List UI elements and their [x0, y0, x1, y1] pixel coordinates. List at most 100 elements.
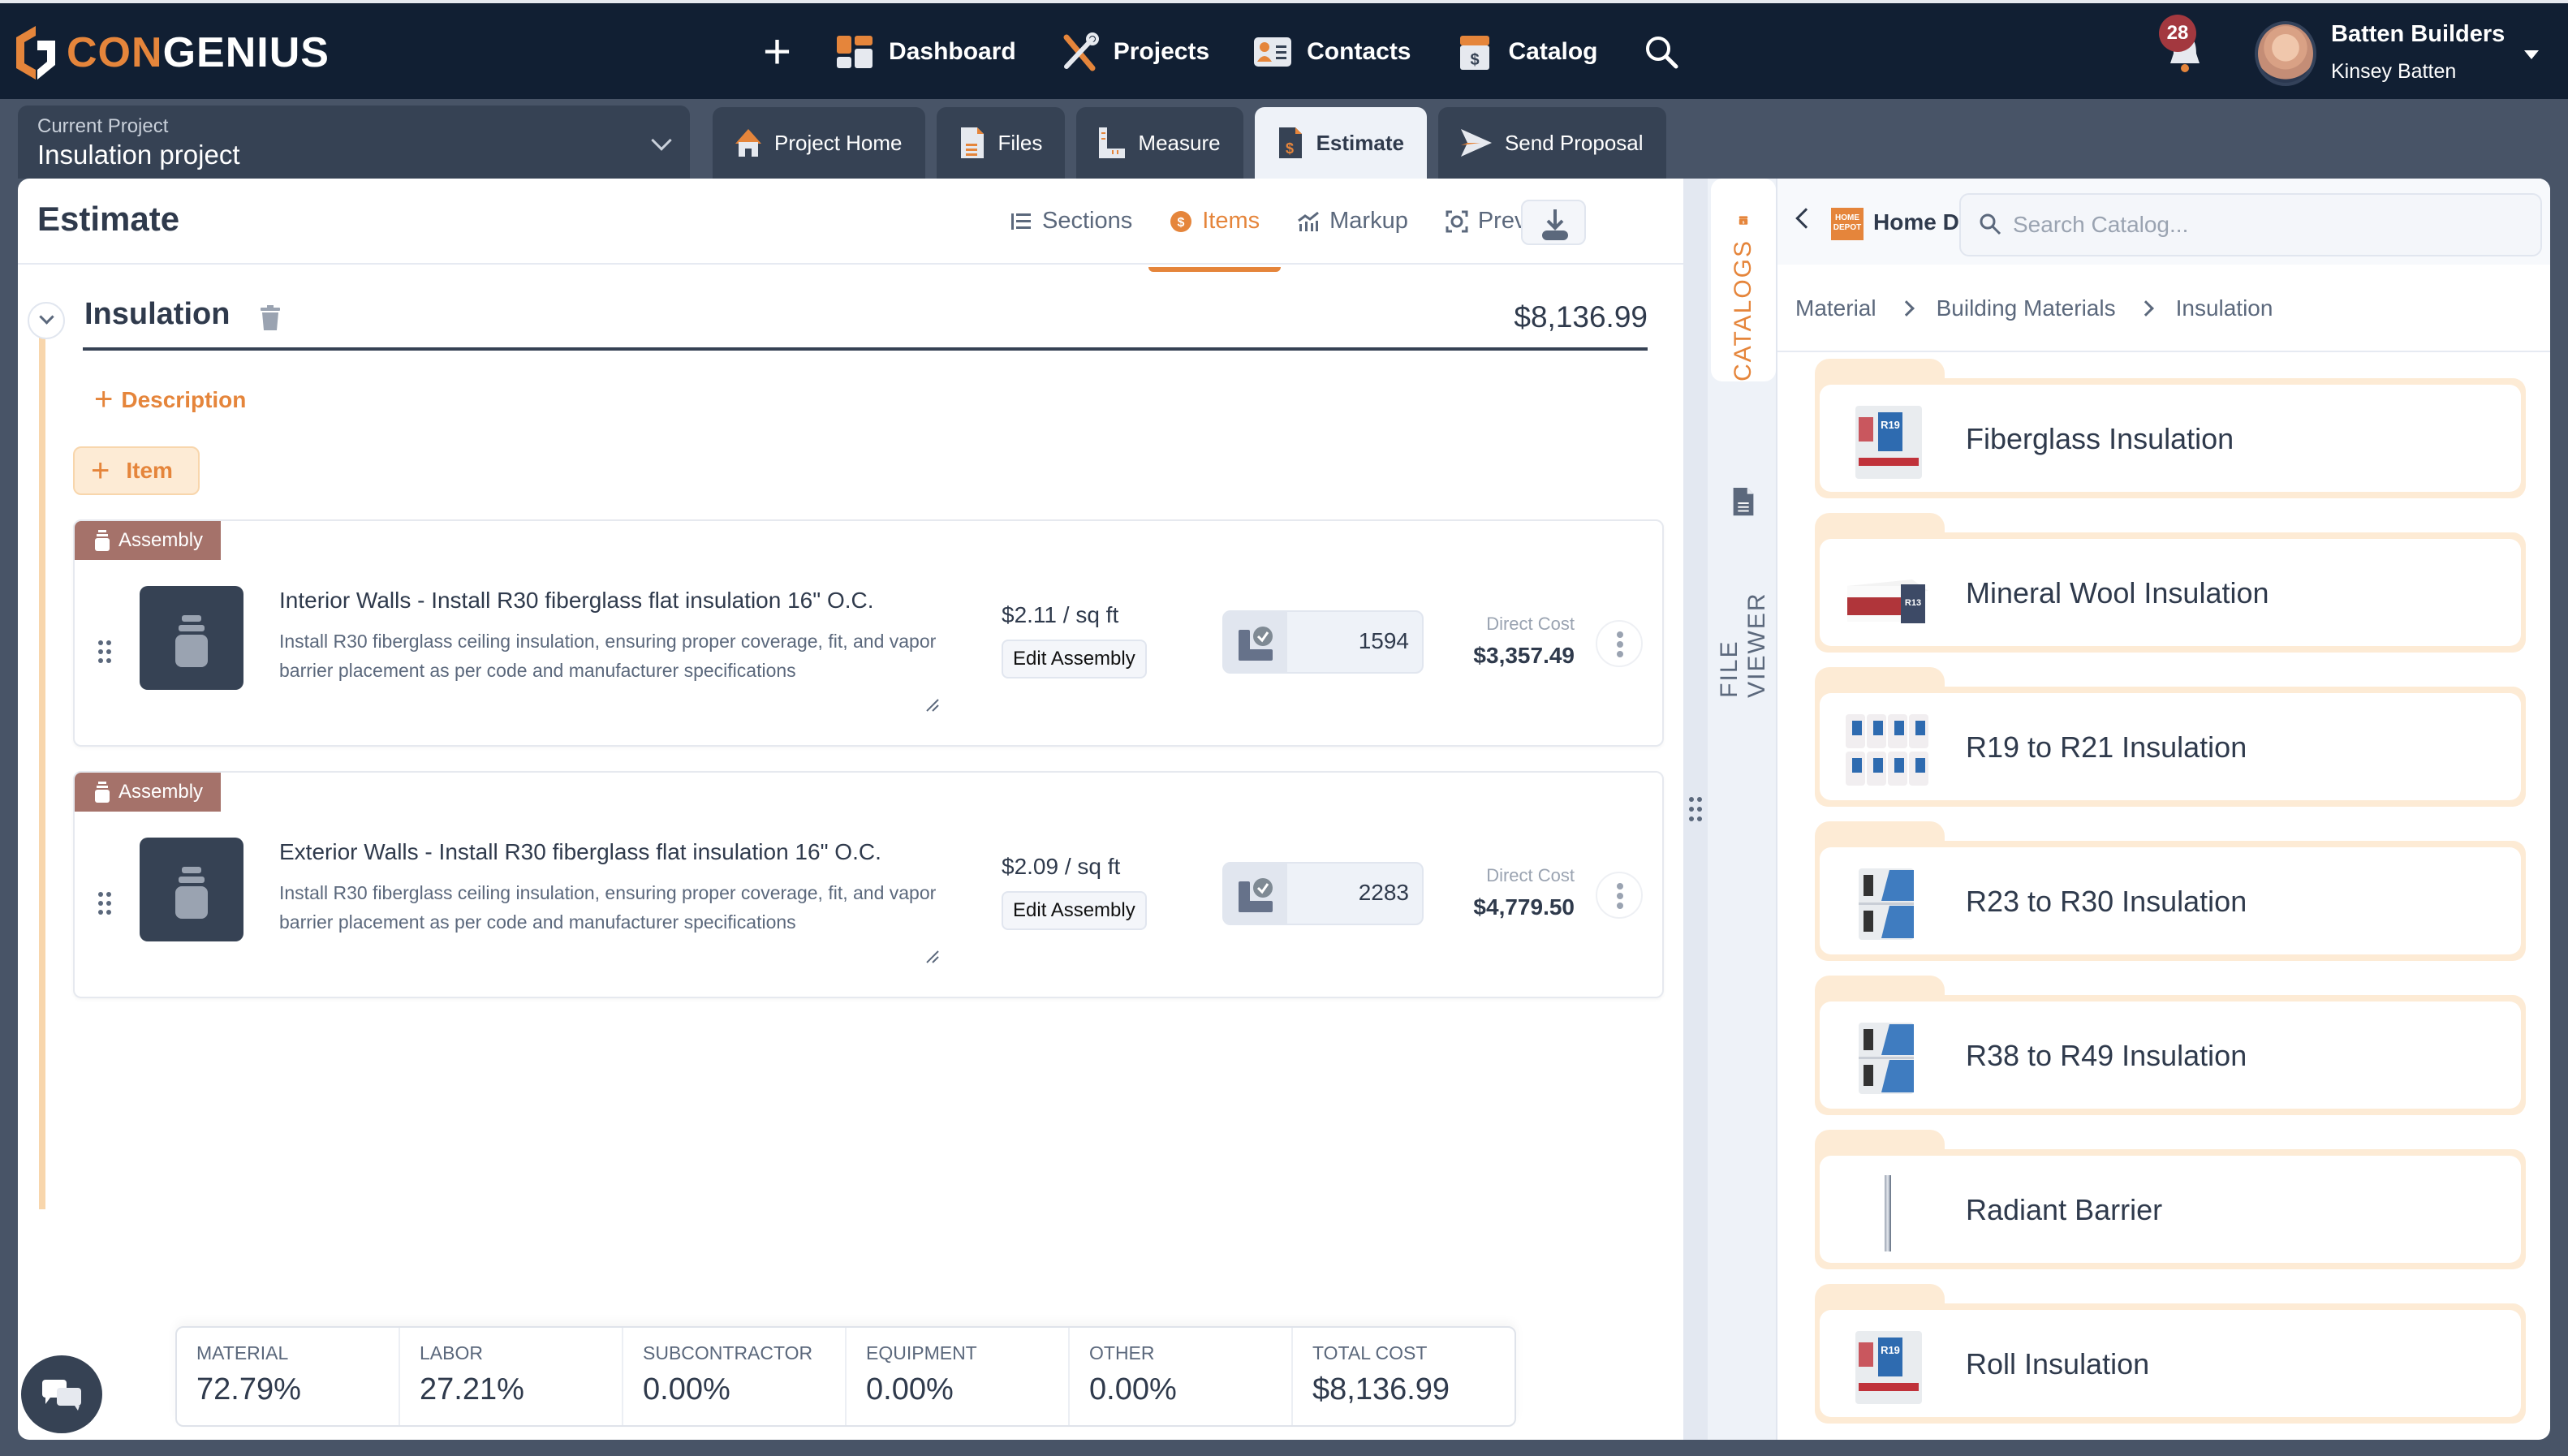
quantity-field[interactable]: 1594	[1222, 610, 1424, 674]
drag-handle-icon[interactable]	[97, 891, 112, 915]
breadcrumb-insulation[interactable]: Insulation	[2176, 295, 2273, 321]
project-tabs: Project Home Files Measure $ Estimate Se…	[713, 107, 1666, 179]
mineral-wool-pack-image: R13	[1847, 579, 1928, 623]
assembly-tag-label: Assembly	[118, 529, 204, 551]
folder-name: Roll Insulation	[1966, 1347, 2150, 1381]
quantity-value[interactable]: 1594	[1359, 628, 1409, 654]
summary-value: $8,136.99	[1312, 1372, 1450, 1406]
congenius-logo[interactable]: CONGENIUS	[16, 26, 330, 80]
folder-card: R23 to R30 Insulation	[1820, 847, 2521, 954]
logo-text-con: CON	[67, 29, 163, 76]
nav-dashboard[interactable]: Dashboard	[835, 32, 1016, 71]
chat-bubbles-icon	[42, 1380, 81, 1411]
catalog-folder[interactable]: Radiant Barrier	[1815, 1130, 2526, 1269]
nav-catalog[interactable]: $ Catalog	[1455, 32, 1598, 71]
nav-projects[interactable]: Projects	[1060, 32, 1209, 71]
side-tab-file-viewer[interactable]: FILE VIEWER	[1711, 487, 1776, 698]
tab-estimate-label: Estimate	[1316, 130, 1404, 155]
current-project-select[interactable]: Current Project Insulation project	[18, 106, 690, 179]
more-options-button[interactable]	[1596, 872, 1643, 919]
folder-name: Fiberglass Insulation	[1966, 422, 2234, 455]
nav-catalog-label: Catalog	[1508, 38, 1598, 65]
svg-text:R19: R19	[1881, 1344, 1900, 1356]
tab-files[interactable]: Files	[936, 107, 1066, 179]
user-menu-caret-icon[interactable]	[2524, 50, 2539, 59]
kebab-dot	[1617, 651, 1623, 657]
assembly-description[interactable]: Install R30 fiberglass ceiling insulatio…	[279, 878, 937, 937]
page-title: Estimate	[37, 200, 180, 238]
chat-button[interactable]	[21, 1355, 102, 1433]
quantity-value[interactable]: 2283	[1359, 880, 1409, 906]
side-tab-file-viewer-label: FILE VIEWER	[1716, 592, 1770, 698]
side-tabs: $ CATALOGS FILE VIEWER	[1708, 179, 1777, 1440]
measurement-link-button[interactable]	[1224, 612, 1287, 672]
assembly-icon	[175, 867, 208, 919]
add-description-label: Description	[121, 386, 247, 412]
tab-items[interactable]: $ Items	[1148, 208, 1282, 272]
search-icon[interactable]	[1642, 32, 1681, 71]
tab-project-home[interactable]: Project Home	[713, 107, 925, 179]
tab-measure[interactable]: Measure	[1076, 107, 1243, 179]
direct-cost-label: Direct Cost	[1486, 614, 1575, 634]
markup-chart-icon	[1298, 211, 1320, 231]
assembly-tag-label: Assembly	[118, 781, 204, 803]
svg-text:$: $	[1178, 216, 1185, 230]
catalog-folder[interactable]: R23 to R30 Insulation	[1815, 821, 2526, 961]
chevron-right-icon	[2137, 300, 2154, 317]
tab-markup[interactable]: Markup	[1297, 208, 1408, 246]
tab-items-label: Items	[1202, 208, 1260, 234]
edit-assembly-button[interactable]: Edit Assembly	[1002, 891, 1147, 930]
summary-labor: Labor 27.21%	[400, 1328, 623, 1425]
resize-handle-icon[interactable]	[925, 950, 940, 964]
assembly-title[interactable]: Exterior Walls - Install R30 fiberglass …	[279, 839, 881, 865]
tab-estimate[interactable]: $ Estimate	[1254, 107, 1427, 179]
quantity-field[interactable]: 2283	[1222, 862, 1424, 925]
assembly-description[interactable]: Install R30 fiberglass ceiling insulatio…	[279, 627, 937, 685]
edit-assembly-button[interactable]: Edit Assembly	[1002, 640, 1147, 678]
catalog-folder[interactable]: R19 Fiberglass Insulation	[1815, 359, 2526, 498]
catalog-search-input[interactable]	[2013, 195, 2516, 255]
plus-icon: +	[94, 381, 114, 417]
radiant-barrier-image	[1885, 1175, 1891, 1251]
unit-price: $2.09 / sq ft	[1002, 854, 1121, 879]
chevron-down-icon	[651, 130, 672, 151]
kebab-dot	[1617, 893, 1623, 899]
user-avatar[interactable]	[2255, 21, 2316, 86]
preview-icon	[1446, 210, 1468, 232]
folder-name: R19 to R21 Insulation	[1966, 730, 2247, 764]
user-company[interactable]: Batten Builders	[2331, 21, 2505, 48]
user-name[interactable]: Kinsey Batten	[2331, 60, 2456, 84]
nav-contacts-label: Contacts	[1307, 38, 1411, 65]
catalog-folder[interactable]: R19 to R21 Insulation	[1815, 667, 2526, 807]
tab-sections[interactable]: Sections	[1010, 208, 1132, 246]
plus-icon[interactable]: +	[763, 28, 791, 76]
tab-send-proposal[interactable]: Send Proposal	[1437, 107, 1666, 179]
tools-icon	[1063, 32, 1099, 71]
section-collapse-button[interactable]	[28, 302, 65, 339]
download-button[interactable]	[1521, 200, 1586, 245]
drag-handle-icon[interactable]	[97, 640, 112, 664]
kebab-dot	[1617, 641, 1623, 648]
nav-contacts[interactable]: Contacts	[1253, 32, 1411, 71]
kebab-dot	[1617, 883, 1623, 890]
search-icon	[1980, 213, 2001, 235]
catalog-folder[interactable]: R19 Roll Insulation	[1815, 1284, 2526, 1424]
measurement-link-button[interactable]	[1224, 864, 1287, 924]
cost-summary-bar: Material 72.79% Labor 27.21% Subcontractor…	[175, 1326, 1516, 1427]
folder-name: R23 to R30 Insulation	[1966, 885, 2247, 918]
back-chevron-icon[interactable]	[1795, 208, 1816, 229]
trash-icon[interactable]	[260, 305, 281, 331]
drag-handle-icon[interactable]	[1687, 795, 1704, 823]
catalog-folder[interactable]: R13 Mineral Wool Insulation	[1815, 513, 2526, 653]
assembly-title[interactable]: Interior Walls - Install R30 fiberglass …	[279, 588, 874, 614]
more-options-button[interactable]	[1596, 620, 1643, 667]
section-name[interactable]: Insulation	[84, 297, 230, 332]
breadcrumb-material[interactable]: Material	[1795, 295, 1876, 321]
catalog-folder[interactable]: R38 to R49 Insulation	[1815, 976, 2526, 1115]
add-description-button[interactable]: + Description	[94, 381, 246, 418]
breadcrumb-building-materials[interactable]: Building Materials	[1937, 295, 2116, 321]
resize-handle-icon[interactable]	[925, 698, 940, 713]
catalog-search[interactable]	[1959, 193, 2542, 256]
add-item-button[interactable]: + Item	[73, 446, 200, 495]
side-tab-catalogs[interactable]: $ CATALOGS	[1711, 179, 1776, 381]
